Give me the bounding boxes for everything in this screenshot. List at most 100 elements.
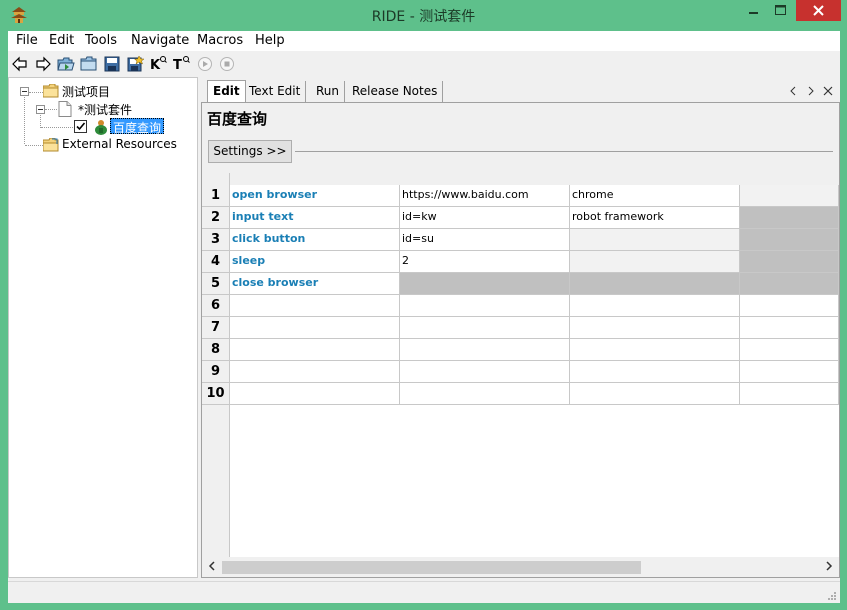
- keyword-cell[interactable]: [230, 361, 400, 383]
- keyword-cell[interactable]: [230, 295, 400, 317]
- row-number[interactable]: 2: [202, 207, 230, 229]
- argument-cell[interactable]: [570, 339, 740, 361]
- keyword-cell[interactable]: [230, 317, 400, 339]
- keyword-cell[interactable]: [230, 339, 400, 361]
- grid-top-strip: [202, 173, 839, 185]
- folder-icon: [42, 83, 59, 101]
- argument-cell[interactable]: [400, 383, 570, 405]
- argument-cell[interactable]: [570, 295, 740, 317]
- argument-cell[interactable]: [740, 229, 839, 251]
- menu-navigate[interactable]: Navigate: [131, 33, 189, 48]
- argument-cell[interactable]: [570, 273, 740, 295]
- testcase-checkbox[interactable]: [74, 120, 87, 133]
- argument-cell[interactable]: chrome: [570, 185, 740, 207]
- save-all-icon[interactable]: [126, 55, 145, 73]
- row-number[interactable]: 1: [202, 185, 230, 207]
- tab-text-edit[interactable]: Text Edit: [244, 81, 307, 102]
- argument-cell[interactable]: [400, 339, 570, 361]
- argument-cell[interactable]: id=su: [400, 229, 570, 251]
- argument-cell[interactable]: [570, 383, 740, 405]
- argument-cell[interactable]: [740, 339, 839, 361]
- scrollbar-thumb[interactable]: [222, 561, 641, 574]
- argument-cell[interactable]: [740, 295, 839, 317]
- keyword-cell[interactable]: input text: [230, 207, 400, 229]
- maximize-button[interactable]: [767, 0, 794, 21]
- menu-file[interactable]: File: [16, 33, 38, 48]
- back-arrow-icon[interactable]: [11, 55, 29, 73]
- argument-cell[interactable]: [740, 207, 839, 229]
- row-number[interactable]: 10: [202, 383, 230, 405]
- keyword-cell[interactable]: [230, 383, 400, 405]
- keyword-cell[interactable]: open browser: [230, 185, 400, 207]
- menu-edit[interactable]: Edit: [49, 33, 74, 48]
- run-icon[interactable]: [196, 55, 214, 73]
- row-number[interactable]: 3: [202, 229, 230, 251]
- argument-cell[interactable]: 2: [400, 251, 570, 273]
- collapse-suite-button[interactable]: [36, 105, 45, 114]
- argument-cell[interactable]: [400, 317, 570, 339]
- keyword-grid[interactable]: 1 open browser https://www.baidu.com chr…: [202, 173, 839, 557]
- search-test-icon[interactable]: T: [172, 55, 190, 73]
- row-number[interactable]: 5: [202, 273, 230, 295]
- argument-cell[interactable]: [400, 295, 570, 317]
- forward-arrow-icon[interactable]: [34, 55, 52, 73]
- tree-node-testcase[interactable]: 百度查询: [74, 118, 199, 135]
- argument-cell[interactable]: [570, 361, 740, 383]
- settings-button[interactable]: Settings >>: [208, 140, 292, 163]
- row-number[interactable]: 4: [202, 251, 230, 273]
- client-area: File Edit Tools Navigate Macros Help K T…: [8, 31, 840, 603]
- argument-cell[interactable]: [740, 317, 839, 339]
- menu-tools[interactable]: Tools: [85, 33, 117, 48]
- tab-bar: Edit Text Edit Run Release Notes: [201, 77, 840, 103]
- argument-cell[interactable]: id=kw: [400, 207, 570, 229]
- resize-grip-icon[interactable]: [827, 590, 837, 600]
- row-number[interactable]: 8: [202, 339, 230, 361]
- tab-scroll-right-icon[interactable]: [806, 85, 816, 96]
- argument-cell[interactable]: [740, 383, 839, 405]
- argument-cell[interactable]: [740, 185, 839, 207]
- argument-cell[interactable]: [740, 273, 839, 295]
- file-icon: [58, 101, 72, 120]
- horizontal-scrollbar[interactable]: [202, 557, 839, 577]
- row-number[interactable]: 9: [202, 361, 230, 383]
- argument-cell[interactable]: [570, 317, 740, 339]
- keyword-cell[interactable]: sleep: [230, 251, 400, 273]
- settings-divider: [295, 151, 833, 152]
- argument-cell[interactable]: [740, 361, 839, 383]
- table-row: 4 sleep 2: [202, 251, 839, 273]
- tab-run[interactable]: Run: [311, 81, 346, 102]
- collapse-project-button[interactable]: [20, 87, 29, 96]
- open-folder-icon[interactable]: [57, 55, 75, 73]
- tab-scroll-left-icon[interactable]: [788, 85, 798, 96]
- menu-macros[interactable]: Macros: [197, 33, 243, 48]
- argument-cell[interactable]: https://www.baidu.com: [400, 185, 570, 207]
- minimize-button[interactable]: [740, 0, 767, 21]
- row-number[interactable]: 6: [202, 295, 230, 317]
- tree-node-label: *测试套件: [78, 103, 133, 117]
- argument-cell[interactable]: robot framework: [570, 207, 740, 229]
- close-tab-icon[interactable]: [823, 85, 833, 96]
- status-bar: [8, 581, 840, 603]
- argument-cell[interactable]: [400, 361, 570, 383]
- search-keyword-icon[interactable]: K: [149, 55, 167, 73]
- tab-edit[interactable]: Edit: [207, 80, 246, 103]
- keyword-cell[interactable]: click button: [230, 229, 400, 251]
- tab-release-notes[interactable]: Release Notes: [347, 81, 444, 102]
- tree-node-label: 测试项目: [62, 85, 111, 99]
- argument-cell[interactable]: [570, 251, 740, 273]
- scroll-right-icon[interactable]: [825, 560, 833, 575]
- save-icon[interactable]: [103, 55, 121, 73]
- tree-guide: [24, 92, 25, 144]
- argument-cell[interactable]: [570, 229, 740, 251]
- menu-help[interactable]: Help: [255, 33, 285, 48]
- folder-icon[interactable]: [80, 55, 98, 73]
- stop-icon[interactable]: [218, 55, 236, 73]
- keyword-cell[interactable]: close browser: [230, 273, 400, 295]
- row-number[interactable]: 7: [202, 317, 230, 339]
- title-bar[interactable]: RIDE - 测试套件: [0, 0, 847, 31]
- project-tree[interactable]: 测试项目 *测试套件 百度查询 External Resources: [8, 77, 198, 578]
- argument-cell[interactable]: [400, 273, 570, 295]
- scroll-left-icon[interactable]: [208, 560, 216, 575]
- close-button[interactable]: [796, 0, 841, 21]
- argument-cell[interactable]: [740, 251, 839, 273]
